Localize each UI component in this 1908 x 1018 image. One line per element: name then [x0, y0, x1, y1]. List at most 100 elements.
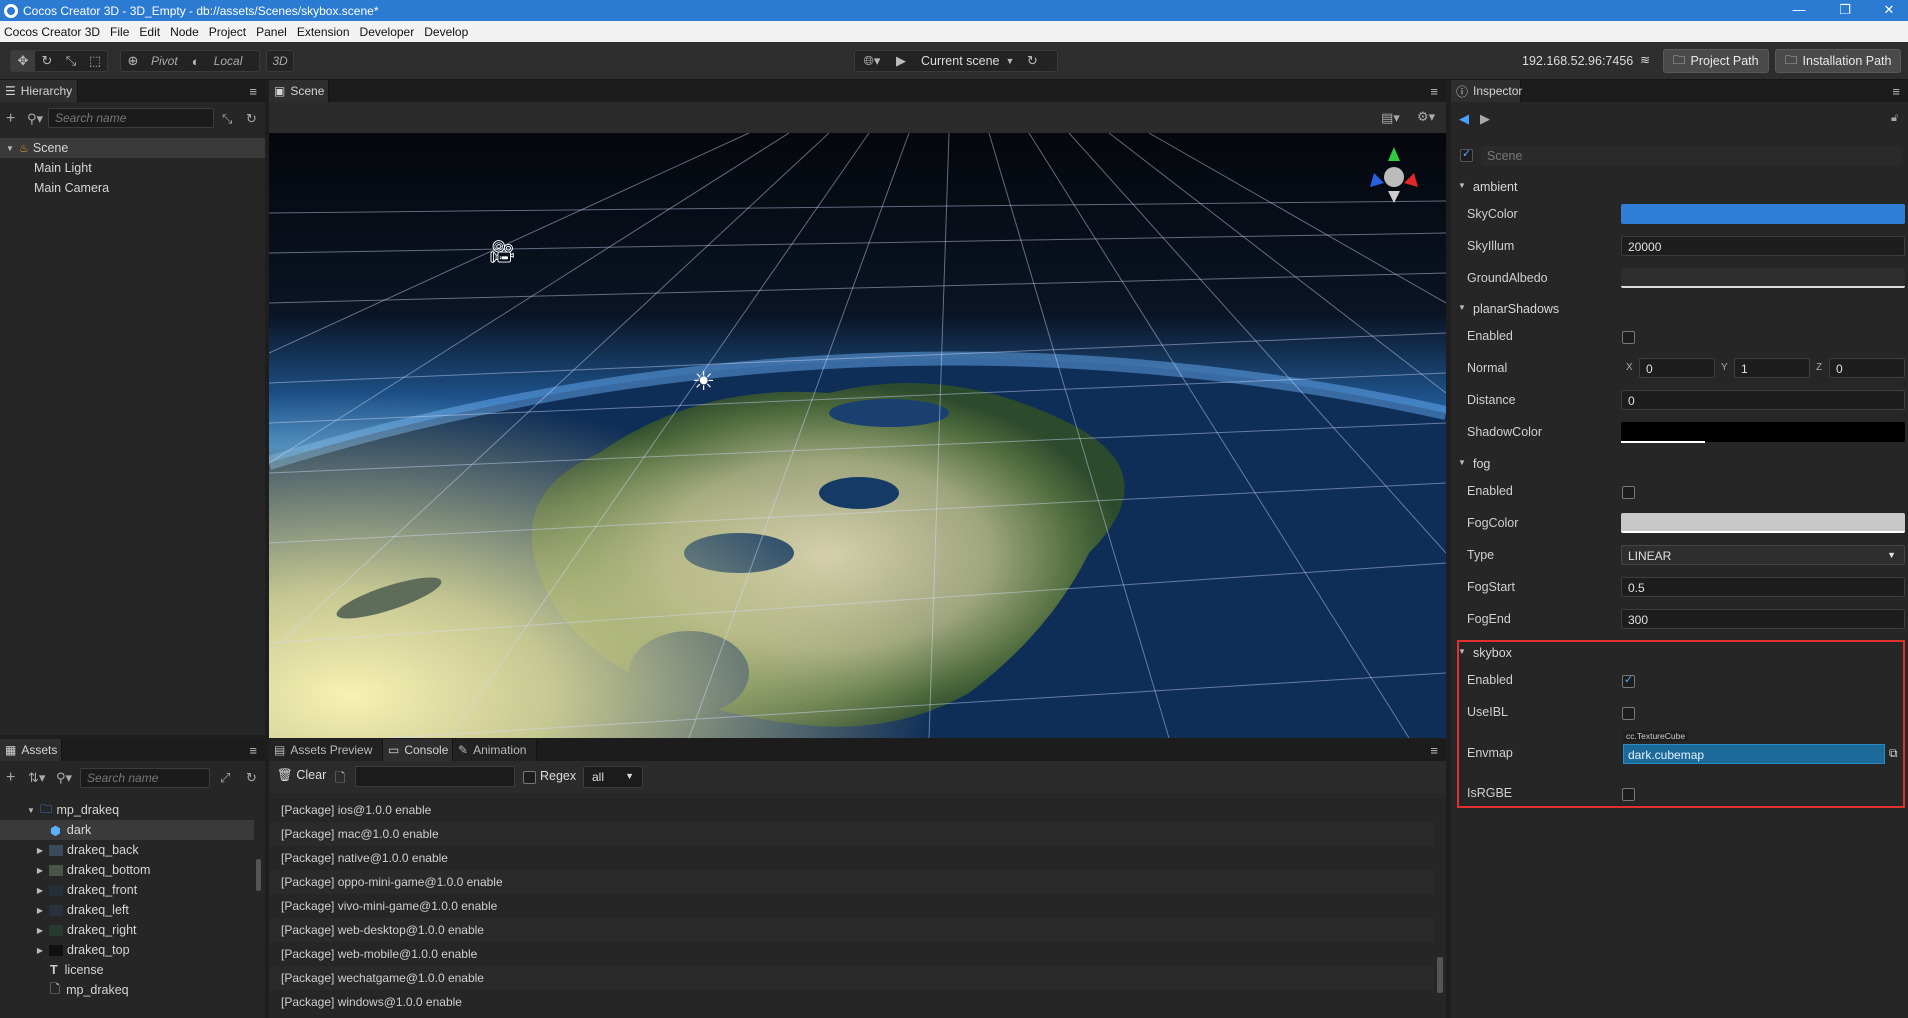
asset-row-drakeq-front[interactable]: ▶ drakeq_front: [0, 880, 265, 900]
fog-end-input[interactable]: 300: [1621, 609, 1905, 629]
menu-edit[interactable]: Edit: [135, 25, 166, 39]
asset-row-drakeq-bottom[interactable]: ▶ drakeq_bottom: [0, 860, 265, 880]
asset-row-drakeq-back[interactable]: ▶ drakeq_back: [0, 840, 265, 860]
refresh-icon[interactable]: ↻: [246, 770, 257, 786]
local-icon[interactable]: ◐: [184, 51, 208, 71]
tab-assets-preview[interactable]: ▤ Assets Preview: [269, 739, 383, 761]
camera-options-icon[interactable]: ▤▾: [1381, 110, 1400, 126]
menu-project[interactable]: Project: [205, 25, 252, 39]
expand-arrow-icon[interactable]: ▼: [26, 806, 36, 815]
search-icon[interactable]: ⚲▾: [27, 111, 43, 127]
tab-console[interactable]: ▭ Console: [383, 739, 453, 761]
menu-panel[interactable]: Panel: [252, 25, 293, 39]
add-icon[interactable]: +: [6, 769, 15, 787]
menu-extension[interactable]: Extension: [293, 25, 356, 39]
distance-input[interactable]: 0: [1621, 390, 1905, 410]
expand-all-icon[interactable]: ⤢: [220, 770, 230, 786]
section-planar-shadows[interactable]: ▼ planarShadows: [1451, 298, 1908, 320]
assets-search-input[interactable]: Search name: [80, 768, 210, 788]
scene-viewport[interactable]: 🎥︎ ☀: [269, 133, 1446, 738]
skybox-enabled-checkbox[interactable]: [1622, 673, 1635, 688]
forward-arrow-icon[interactable]: ▶: [1480, 111, 1490, 127]
menu-node[interactable]: Node: [166, 25, 205, 39]
gear-icon[interactable]: ⚙▾: [1417, 109, 1435, 125]
search-icon[interactable]: ⚲▾: [56, 770, 72, 786]
is-rgbe-checkbox[interactable]: [1622, 788, 1635, 801]
fog-enabled-checkbox[interactable]: [1622, 486, 1635, 499]
fog-start-input[interactable]: 0.5: [1621, 577, 1905, 597]
expand-arrow-icon[interactable]: ▶: [35, 926, 45, 935]
panel-menu-icon[interactable]: ≡: [1430, 743, 1438, 758]
asset-locate-icon[interactable]: ⧉: [1889, 746, 1898, 761]
pivot-icon[interactable]: ⊕: [121, 51, 145, 71]
play-icon[interactable]: ▶: [889, 51, 913, 71]
ground-albedo-swatch[interactable]: [1621, 268, 1905, 288]
asset-row-mp-drakeq[interactable]: 🗋︎ mp_drakeq: [0, 980, 265, 1000]
tab-animation[interactable]: ✎ Animation: [453, 739, 537, 761]
fog-color-swatch[interactable]: [1621, 513, 1905, 533]
console-filter-input[interactable]: [355, 766, 515, 787]
file-icon[interactable]: 🗋︎: [335, 769, 345, 791]
sky-color-swatch[interactable]: [1621, 204, 1905, 224]
project-path-button[interactable]: 🗀︎ Project Path: [1663, 49, 1769, 73]
planar-shadows-enabled-checkbox[interactable]: [1622, 331, 1635, 344]
clear-button[interactable]: 🗑︎ Clear: [277, 768, 326, 783]
scene-select[interactable]: Current scene: [913, 54, 1006, 68]
expand-arrow-icon[interactable]: ▶: [35, 906, 45, 915]
orientation-gizmo-icon[interactable]: [1364, 145, 1424, 205]
fog-type-select[interactable]: LINEAR ▼: [1621, 545, 1905, 565]
normal-z-input[interactable]: 0: [1829, 358, 1905, 378]
refresh-icon[interactable]: ↻: [246, 111, 257, 127]
panel-menu-icon[interactable]: ≡: [249, 743, 257, 758]
node-name-field[interactable]: Scene: [1481, 146, 1901, 166]
tab-inspector[interactable]: ⓘ Inspector: [1451, 80, 1522, 102]
tab-assets[interactable]: ▦ Assets: [0, 739, 62, 761]
panel-menu-icon[interactable]: ≡: [1430, 84, 1438, 99]
node-active-checkbox[interactable]: [1460, 147, 1473, 162]
asset-row-drakeq-top[interactable]: ▶ drakeq_top: [0, 940, 265, 960]
lock-icon[interactable]: 🔓︎: [1891, 112, 1898, 125]
assets-folder-row[interactable]: ▼ 🗀︎ mp_drakeq: [0, 800, 265, 820]
camera-gizmo-icon[interactable]: 🎥︎: [488, 239, 516, 265]
expand-arrow-icon[interactable]: ▶: [35, 946, 45, 955]
close-button[interactable]: ✕: [1866, 0, 1908, 21]
tree-row-main-camera[interactable]: Main Camera: [0, 178, 265, 198]
scrollbar[interactable]: [256, 859, 261, 891]
installation-path-button[interactable]: 🗀︎ Installation Path: [1775, 49, 1902, 73]
move-tool-icon[interactable]: ✥: [11, 51, 35, 71]
expand-arrow-icon[interactable]: ▶: [35, 846, 45, 855]
use-ibl-checkbox[interactable]: [1622, 707, 1635, 720]
platform-globe-icon[interactable]: 🌐︎▾: [855, 51, 889, 71]
rotate-tool-icon[interactable]: ↻: [35, 51, 59, 71]
normal-y-input[interactable]: 1: [1734, 358, 1810, 378]
asset-row-license[interactable]: T license: [0, 960, 265, 980]
scrollbar[interactable]: [1437, 957, 1443, 993]
normal-x-input[interactable]: 0: [1639, 358, 1715, 378]
collapse-icon[interactable]: ⤡: [222, 111, 232, 127]
log-level-select[interactable]: all ▼: [583, 766, 643, 788]
expand-arrow-icon[interactable]: ▶: [35, 866, 45, 875]
asset-row-drakeq-right[interactable]: ▶ drakeq_right: [0, 920, 265, 940]
scale-tool-icon[interactable]: ⤡: [59, 51, 83, 71]
back-arrow-icon[interactable]: ◀: [1459, 111, 1469, 127]
add-icon[interactable]: +: [6, 110, 15, 128]
menu-app[interactable]: Cocos Creator 3D: [0, 25, 106, 39]
asset-row-drakeq-left[interactable]: ▶ drakeq_left: [0, 900, 265, 920]
hierarchy-search-input[interactable]: Search name: [48, 108, 214, 128]
rect-tool-icon[interactable]: ⬚: [83, 51, 107, 71]
regex-checkbox[interactable]: [523, 771, 536, 784]
tree-row-main-light[interactable]: Main Light: [0, 158, 265, 178]
menu-develop[interactable]: Develop: [420, 25, 474, 39]
tab-scene[interactable]: ▣ Scene: [269, 80, 329, 102]
panel-menu-icon[interactable]: ≡: [1892, 84, 1900, 99]
maximize-button[interactable]: ❐: [1822, 0, 1868, 21]
section-skybox[interactable]: ▼ skybox: [1451, 642, 1908, 664]
menu-developer[interactable]: Developer: [356, 25, 421, 39]
menu-file[interactable]: File: [106, 25, 135, 39]
mode-3d-button[interactable]: 3D: [266, 50, 294, 72]
asset-row-dark[interactable]: ⬢ dark: [0, 820, 254, 840]
light-gizmo-icon[interactable]: ☀: [692, 366, 715, 397]
expand-arrow-icon[interactable]: ▼: [5, 144, 15, 153]
envmap-asset-field[interactable]: dark.cubemap: [1623, 744, 1885, 764]
sort-icon[interactable]: ⇅▾: [28, 770, 45, 786]
